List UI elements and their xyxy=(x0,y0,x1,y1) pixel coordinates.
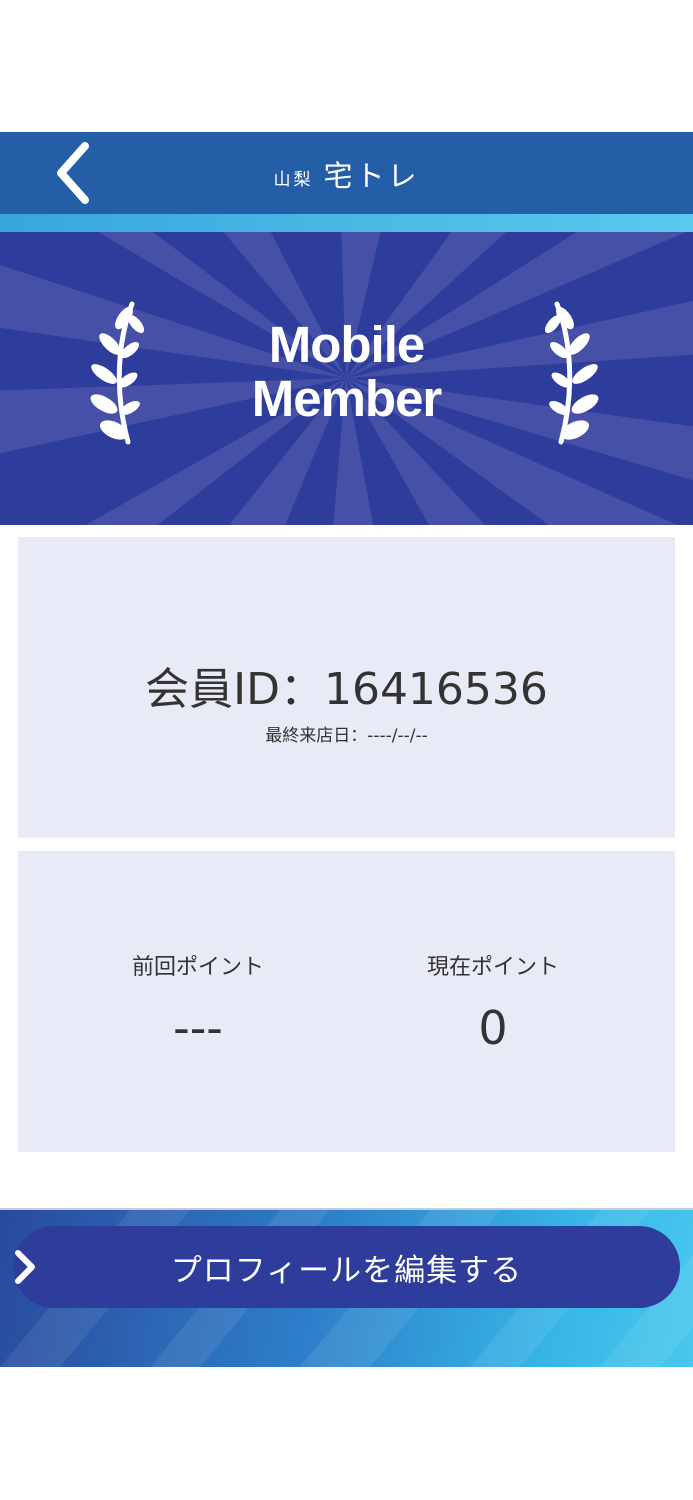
banner-title-line2: Member xyxy=(251,370,443,427)
edit-profile-label: プロフィールを編集する xyxy=(170,1252,523,1289)
previous-points-value: --- xyxy=(173,1001,223,1055)
current-points-label: 現在ポイント xyxy=(426,955,559,980)
current-points-value: 0 xyxy=(478,1001,508,1055)
banner-title: Mobile Member xyxy=(0,318,693,426)
logo-sub-text: 山梨 xyxy=(273,169,314,190)
chevron-right-icon xyxy=(15,1250,35,1284)
points-card: 前回ポイント --- 現在ポイント 0 xyxy=(18,851,675,1152)
edit-profile-button[interactable]: プロフィールを編集する xyxy=(13,1226,680,1308)
member-id-card: 会員ID：16416536 最終来店日：----/--/-- xyxy=(18,537,675,838)
banner-title-line1: Mobile xyxy=(268,316,426,373)
previous-points-label: 前回ポイント xyxy=(131,955,264,980)
mobile-member-banner: Mobile Member xyxy=(0,232,693,525)
logo-main-text: 宅トレ xyxy=(323,159,420,193)
member-id: 会員ID：16416536 xyxy=(145,664,548,715)
last-visit-date: 最終来店日：----/--/-- xyxy=(265,726,428,746)
header-accent-stripe xyxy=(0,214,693,232)
footer-bar: プロフィールを編集する xyxy=(0,1210,693,1367)
app-logo: 山梨 宅トレ xyxy=(0,150,693,198)
